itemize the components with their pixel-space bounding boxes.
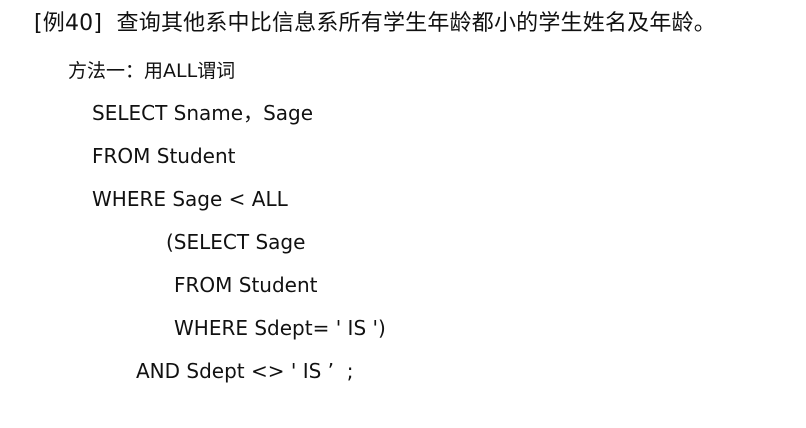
slide: [例40] 查询其他系中比信息系所有学生年龄都小的学生姓名及年龄。 方法一：用A…	[0, 0, 806, 428]
sql-line-and: AND Sdept <> ' IS ’ ;	[136, 359, 354, 383]
sql-line-select: SELECT Sname，Sage	[92, 101, 314, 125]
sql-line-where: WHERE Sage < ALL	[92, 187, 288, 211]
sql-line-subquery-from: FROM Student	[174, 273, 318, 297]
example-title: [例40] 查询其他系中比信息系所有学生年龄都小的学生姓名及年龄。	[34, 11, 716, 36]
sql-line-from: FROM Student	[92, 144, 236, 168]
sql-line-subquery-select: (SELECT Sage	[166, 230, 306, 254]
method-heading: 方法一：用ALL谓词	[68, 60, 236, 82]
sql-line-subquery-where: WHERE Sdept= ' IS ')	[174, 316, 386, 340]
